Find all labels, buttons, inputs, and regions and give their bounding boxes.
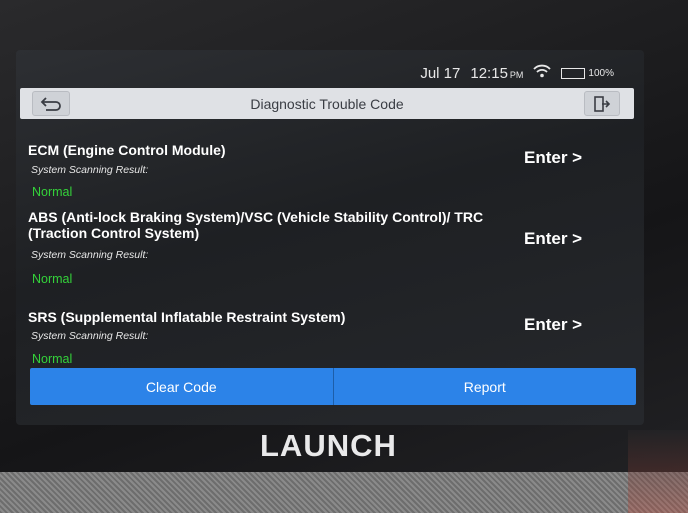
status-date: Jul 17 — [420, 64, 461, 82]
battery-indicator: 100% — [561, 67, 614, 79]
battery-icon — [561, 67, 586, 79]
enter-button-srs[interactable]: Enter > — [524, 315, 582, 335]
enter-button-ecm[interactable]: Enter > — [524, 148, 582, 168]
device-case-edge — [628, 430, 688, 513]
wifi-icon — [533, 64, 552, 82]
brand-logo: LAUNCH — [260, 428, 397, 463]
title-bar: Diagnostic Trouble Code — [20, 88, 634, 119]
system-name: ECM (Engine Control Module) — [28, 142, 226, 158]
battery-percent: 100% — [588, 67, 614, 79]
status-bar: Jul 17 12:15 PM 100% — [16, 60, 644, 86]
exit-button[interactable] — [584, 91, 620, 116]
scan-result-label: System Scanning Result: — [31, 164, 149, 176]
exit-icon — [594, 95, 611, 112]
system-name: SRS (Supplemental Inflatable Restraint S… — [28, 309, 346, 325]
status-time: 12:15 — [470, 64, 508, 82]
scan-result-label: System Scanning Result: — [31, 330, 149, 342]
report-button[interactable]: Report — [332, 368, 636, 405]
tablet-screen: Jul 17 12:15 PM 100% Diagnostic Trouble … — [16, 50, 644, 425]
clear-code-button[interactable]: Clear Code — [30, 368, 333, 405]
enter-button-abs[interactable]: Enter > — [524, 229, 582, 249]
status-ampm: PM — [509, 69, 524, 80]
scan-status: Normal — [32, 352, 73, 366]
status-time-group: 12:15 PM — [470, 65, 523, 82]
page-title: Diagnostic Trouble Code — [250, 95, 404, 112]
bottom-action-bar: Clear Code Report — [30, 368, 636, 405]
scan-status: Normal — [32, 272, 73, 286]
scan-result-label: System Scanning Result: — [31, 249, 149, 261]
system-name: ABS (Anti-lock Braking System)/VSC (Vehi… — [28, 209, 484, 241]
device-bezel — [0, 472, 688, 513]
scan-status: Normal — [32, 185, 73, 199]
